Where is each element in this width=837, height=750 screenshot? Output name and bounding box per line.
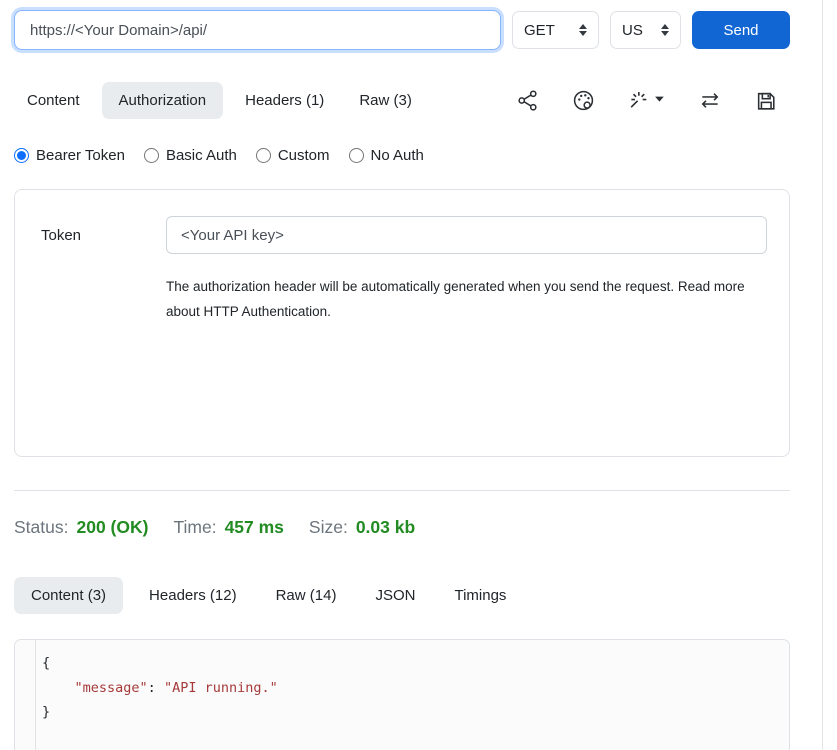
code-line: { — [42, 655, 50, 671]
magic-wand-icon[interactable] — [628, 89, 665, 112]
code-value: "API running." — [164, 680, 278, 696]
token-help-text: The authorization header will be automat… — [166, 274, 754, 324]
auth-type-options: Bearer Token Basic Auth Custom No Auth — [14, 147, 790, 164]
size-label: Size: — [309, 517, 348, 538]
api-client-page: GET US Send Content Authorization Header… — [0, 0, 837, 750]
region-select-value: US — [622, 22, 643, 39]
radio-custom[interactable]: Custom — [256, 147, 330, 164]
auth-panel: Token The authorization header will be a… — [14, 189, 790, 457]
tab-raw[interactable]: Raw (3) — [346, 82, 425, 119]
request-bar: GET US Send — [14, 8, 790, 52]
radio-label: Bearer Token — [36, 147, 125, 164]
updown-arrows-icon — [579, 24, 587, 36]
resp-tab-raw[interactable]: Raw (14) — [263, 577, 350, 614]
resp-tab-headers[interactable]: Headers (12) — [136, 577, 250, 614]
status-value: 200 (OK) — [76, 517, 148, 538]
palette-icon[interactable] — [572, 89, 595, 112]
code-key: "message" — [75, 680, 148, 696]
section-divider — [14, 490, 790, 491]
url-input[interactable] — [14, 10, 501, 50]
radio-label: No Auth — [371, 147, 424, 164]
response-body-code-block: { "message": "API running." } — [14, 639, 790, 750]
token-input[interactable] — [166, 216, 767, 254]
response-tabs: Content (3) Headers (12) Raw (14) JSON T… — [14, 577, 790, 614]
code-sep: : — [148, 680, 164, 696]
toolbar-icons — [516, 89, 790, 112]
code-line: } — [42, 704, 50, 720]
resp-tab-content[interactable]: Content (3) — [14, 577, 123, 614]
code-gutter — [15, 640, 36, 750]
request-tabs-row: Content Authorization Headers (1) Raw (3… — [14, 82, 790, 119]
response-status-row: Status: 200 (OK) Time: 457 ms Size: 0.03… — [14, 517, 790, 538]
time-label: Time: — [173, 517, 216, 538]
size-value: 0.03 kb — [356, 517, 415, 538]
radio-basic-auth[interactable]: Basic Auth — [144, 147, 237, 164]
radio-circle-icon — [144, 148, 159, 163]
tab-authorization[interactable]: Authorization — [102, 82, 224, 119]
scrollbar-track[interactable] — [822, 0, 823, 750]
method-select-value: GET — [524, 22, 555, 39]
response-json: { "message": "API running." } — [36, 640, 789, 750]
radio-circle-icon — [349, 148, 364, 163]
request-tabs: Content Authorization Headers (1) Raw (3… — [14, 82, 425, 119]
radio-circle-icon — [256, 148, 271, 163]
tab-content[interactable]: Content — [14, 82, 93, 119]
tab-headers[interactable]: Headers (1) — [232, 82, 337, 119]
updown-arrows-icon — [661, 24, 669, 36]
radio-bearer-token[interactable]: Bearer Token — [14, 147, 125, 164]
resp-tab-timings[interactable]: Timings — [441, 577, 519, 614]
time-value: 457 ms — [225, 517, 284, 538]
status-label: Status: — [14, 517, 68, 538]
radio-circle-icon — [14, 148, 29, 163]
send-button[interactable]: Send — [692, 11, 790, 49]
code-indent — [42, 680, 75, 696]
region-select[interactable]: US — [610, 11, 681, 49]
resp-tab-json[interactable]: JSON — [362, 577, 428, 614]
radio-no-auth[interactable]: No Auth — [349, 147, 424, 164]
save-icon[interactable] — [755, 90, 777, 112]
token-label: Token — [41, 227, 166, 244]
method-select[interactable]: GET — [512, 11, 599, 49]
radio-label: Basic Auth — [166, 147, 237, 164]
share-icon[interactable] — [516, 89, 539, 112]
swap-arrows-icon[interactable] — [698, 89, 722, 112]
radio-label: Custom — [278, 147, 330, 164]
